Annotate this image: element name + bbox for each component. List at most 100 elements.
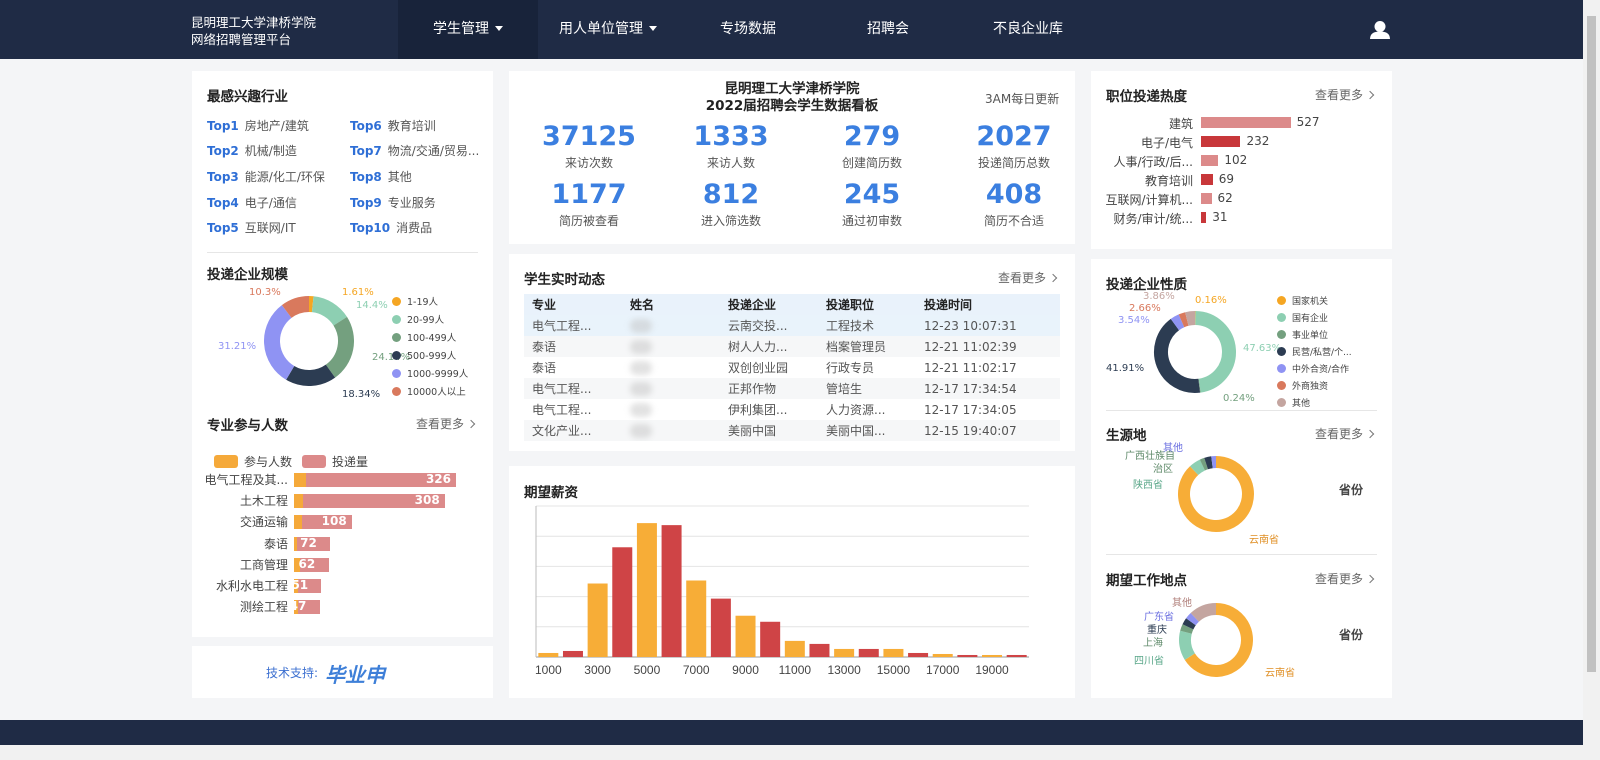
salary-bar — [784, 640, 805, 657]
view-more-label: 查看更多 — [1315, 88, 1364, 102]
table-row[interactable]: 泰语 双创创业园 行政专员 12-21 11:02:17 — [524, 357, 1060, 378]
origin-side-label: 省份 — [1339, 483, 1364, 497]
brand-line-1: 昆明理工大学津桥学院 — [191, 15, 317, 30]
salary-bar — [908, 652, 929, 657]
pie-slice — [264, 305, 295, 380]
pie-value-label: 18.34% — [342, 389, 381, 400]
view-more-link[interactable]: 查看更多 — [1315, 425, 1375, 442]
origin-title: 生源地 — [1106, 428, 1147, 444]
nav-student-management[interactable]: 学生管理 — [398, 0, 538, 59]
nav-label: 不良企业库 — [993, 21, 1063, 37]
salary-bar — [858, 648, 879, 657]
bar-category-label: 建筑 — [1168, 117, 1193, 131]
view-more-link[interactable]: 查看更多 — [1315, 86, 1375, 103]
legend-swatch — [302, 455, 326, 468]
table-row[interactable]: 电气工程... 正邦作物 管培生 12-17 17:34:54 — [524, 378, 1060, 399]
tech-support-label: 技术支持: — [266, 666, 319, 680]
column-header: 投递企业 — [720, 294, 818, 315]
nav-label: 用人单位管理 — [559, 21, 643, 37]
divider — [1106, 554, 1377, 555]
view-more-link[interactable]: 查看更多 — [1315, 570, 1375, 587]
data-board-panel: 昆明理工大学津桥学院 2022届招聘会学生数据看板 3AM每日更新 37125 来… — [509, 71, 1075, 244]
industry-item: Top9 专业服务 — [350, 196, 436, 210]
bar-category-label: 水利水电工程 — [215, 579, 288, 593]
nav-employer-management[interactable]: 用人单位管理 — [538, 0, 678, 59]
pie-slice — [1204, 456, 1213, 470]
chevron-right-icon — [1048, 273, 1058, 283]
table-row[interactable]: 泰语 树人人力... 档案管理员 12-21 11:02:39 — [524, 336, 1060, 357]
bar-category-label: 泰语 — [263, 536, 288, 551]
horizontal-scrollbar[interactable] — [0, 745, 1583, 760]
realtime-panel: 学生实时动态 查看更多 专业 姓名 投递企业 投递职位 投递时间 电气工程...… — [509, 254, 1075, 451]
bar-value-label: 47 — [289, 599, 307, 614]
salary-bar — [735, 615, 756, 657]
x-tick-label: 15000 — [877, 663, 911, 677]
view-more-label: 查看更多 — [998, 271, 1047, 285]
column-header: 姓名 — [622, 294, 720, 315]
blurred-name — [630, 423, 652, 438]
pie-slice — [1190, 603, 1217, 623]
view-more-link[interactable]: 查看更多 — [998, 269, 1058, 286]
bar-value-label: 31 — [1212, 210, 1228, 224]
view-more-label: 查看更多 — [1315, 572, 1364, 586]
legend-item: 20-99人 — [392, 312, 444, 326]
pie-slice — [1185, 311, 1196, 326]
company-scale-donut — [264, 296, 354, 386]
pie-slice — [1180, 624, 1194, 634]
pie-slice — [1179, 630, 1196, 660]
pie-label: 上海 — [1143, 638, 1163, 649]
bar-value-label: 308 — [414, 493, 440, 508]
position-heat-title: 职位投递热度 — [1106, 89, 1187, 105]
pie-value-label: 10.3% — [249, 287, 281, 298]
table-row[interactable]: 电气工程... 伊利集团... 人力资源... 12-17 17:34:05 — [524, 399, 1060, 420]
table-row[interactable]: 电气工程... 云南交投... 工程技术 12-23 10:07:31 — [524, 315, 1060, 336]
pie-slice — [325, 316, 354, 378]
pie-value-label: 2.66% — [1129, 303, 1161, 314]
legend-dot — [1277, 398, 1286, 407]
salary-bar — [883, 648, 904, 657]
bar-category-label: 教育培训 — [1144, 174, 1193, 188]
x-tick-label: 17000 — [926, 663, 960, 677]
column-header: 专业 — [524, 294, 622, 315]
cell-company: 伊利集团... — [720, 399, 818, 420]
legend-item: 事业单位 — [1277, 328, 1328, 341]
cell-name — [622, 399, 720, 420]
cell-major: 电气工程... — [524, 378, 622, 399]
industry-item: Top1 房地产/建筑 — [207, 119, 309, 133]
pie-label: 广东省 — [1144, 612, 1174, 623]
divider — [1106, 410, 1377, 411]
user-icon[interactable] — [1369, 20, 1391, 40]
realtime-title: 学生实时动态 — [524, 272, 605, 288]
pie-slice — [311, 296, 348, 326]
industry-item: Top10 消费品 — [350, 221, 433, 235]
view-more-link[interactable]: 查看更多 — [416, 415, 476, 432]
nav-special-data[interactable]: 专场数据 — [678, 0, 818, 59]
legend-item: 中外合资/合作 — [1277, 362, 1349, 375]
bar-value-label: 51 — [291, 578, 309, 592]
brand[interactable]: 昆明理工大学津桥学院 网络招聘管理平台 — [191, 14, 316, 48]
table-row[interactable]: 文化产业... 美丽中国 美丽中国... 12-15 19:40:07 — [524, 420, 1060, 441]
pie-slice — [1189, 459, 1206, 476]
bar — [1201, 193, 1212, 204]
x-tick-label: 7000 — [683, 663, 710, 677]
salary-bar — [562, 650, 583, 657]
interest-industry-title: 最感兴趣行业 — [207, 89, 288, 105]
nav-bad-company-library[interactable]: 不良企业库 — [958, 0, 1098, 59]
chevron-right-icon — [1365, 429, 1375, 439]
pie-label: 云南省 — [1249, 535, 1279, 546]
work-location-title: 期望工作地点 — [1106, 573, 1187, 589]
nav-job-fair[interactable]: 招聘会 — [818, 0, 958, 59]
pie-slice — [1186, 613, 1199, 626]
nav-label: 招聘会 — [867, 21, 909, 37]
legend-swatch — [214, 455, 238, 468]
pie-label: 重庆 — [1147, 625, 1167, 636]
x-tick-label: 5000 — [634, 663, 661, 677]
scrollbar-thumb[interactable] — [1587, 16, 1596, 672]
bar — [1201, 174, 1213, 185]
pie-value-label: 31.21% — [218, 341, 257, 352]
cell-time: 12-21 11:02:39 — [916, 336, 1060, 357]
work-location-donut — [1179, 603, 1253, 677]
bar-value-label: 326 — [425, 472, 452, 486]
bar-category-label: 电子/电气 — [1140, 136, 1193, 150]
industry-item: Top2 机械/制造 — [207, 144, 297, 158]
